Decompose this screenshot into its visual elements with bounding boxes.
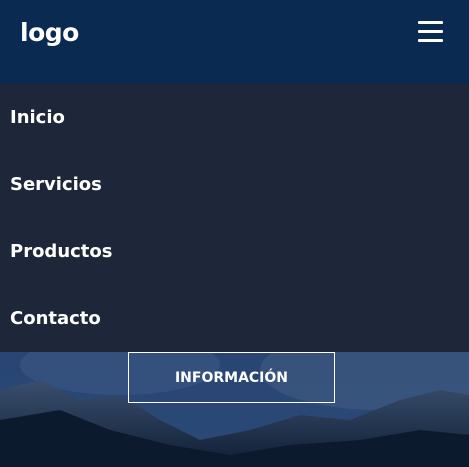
nav-item-servicios[interactable]: Servicios — [0, 151, 469, 218]
hamburger-bar — [418, 21, 443, 24]
dropdown-nav-menu: Inicio Servicios Productos Contacto — [0, 84, 469, 352]
logo[interactable]: logo — [20, 18, 79, 47]
informacion-button[interactable]: INFORMACIÓN — [128, 352, 335, 403]
site-header: logo — [0, 0, 469, 84]
nav-item-productos[interactable]: Productos — [0, 218, 469, 285]
nav-item-contacto[interactable]: Contacto — [0, 285, 469, 352]
hamburger-bar — [418, 39, 443, 42]
page: logo Inicio Servicios Productos Contacto… — [0, 0, 469, 467]
hamburger-menu-icon[interactable] — [418, 20, 443, 43]
hamburger-bar — [418, 30, 443, 33]
nav-item-inicio[interactable]: Inicio — [0, 84, 469, 151]
